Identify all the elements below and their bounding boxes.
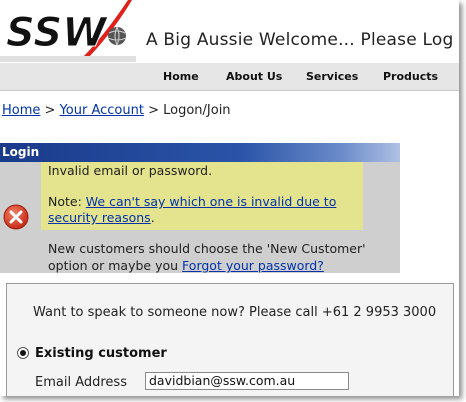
- breadcrumb: Home > Your Account > Logon/Join: [2, 103, 231, 118]
- ssw-logo[interactable]: SSW: [4, 0, 132, 60]
- breadcrumb-separator: >: [143, 103, 164, 118]
- site-header: SSW A Big Aussie Welcome... Please Log: [0, 0, 459, 62]
- invalid-reason-link[interactable]: We can't say which one is invalid due to: [86, 194, 337, 209]
- error-x-icon: [3, 204, 29, 230]
- breadcrumb-current: Logon/Join: [163, 103, 231, 118]
- header-divider: [0, 56, 136, 62]
- error-note: Note: We can't say which one is invalid …: [48, 194, 336, 209]
- page-frame: SSW A Big Aussie Welcome... Please Log H…: [0, 0, 459, 396]
- hint-prefix: option or maybe you: [48, 258, 183, 273]
- top-nav: Home About Us Services Products: [0, 63, 459, 91]
- forgot-password-link[interactable]: Forgot your password?: [182, 258, 324, 273]
- breadcrumb-account-link[interactable]: Your Account: [60, 103, 144, 118]
- error-panel: Invalid email or password. Note: We can'…: [0, 162, 400, 273]
- breadcrumb-home-link[interactable]: Home: [2, 103, 40, 118]
- nav-home[interactable]: Home: [163, 70, 199, 83]
- note-prefix: Note:: [48, 194, 86, 209]
- note-suffix: .: [150, 210, 155, 225]
- nav-about-us[interactable]: About Us: [226, 70, 282, 83]
- email-label: Email Address: [35, 375, 127, 390]
- new-customer-hint: New customers should choose the 'New Cus…: [48, 241, 366, 256]
- email-field[interactable]: davidbian@ssw.com.au: [145, 372, 349, 390]
- login-header-bar: Login: [0, 143, 400, 162]
- existing-customer-label: Existing customer: [35, 346, 167, 361]
- nav-services[interactable]: Services: [306, 70, 358, 83]
- nav-products[interactable]: Products: [383, 70, 438, 83]
- invalid-reason-link-cont[interactable]: security reasons: [48, 210, 151, 225]
- error-note-line2: security reasons.: [48, 210, 155, 225]
- call-us-text: Want to speak to someone now? Please cal…: [33, 305, 437, 320]
- welcome-heading: A Big Aussie Welcome... Please Log: [146, 30, 454, 50]
- error-message: Invalid email or password.: [48, 163, 213, 178]
- breadcrumb-separator: >: [40, 103, 60, 118]
- login-title: Login: [2, 145, 40, 159]
- existing-customer-radio[interactable]: [17, 347, 29, 359]
- new-customer-hint-line2: option or maybe you Forgot your password…: [48, 258, 324, 273]
- logo-text: SSW: [6, 10, 108, 56]
- login-form-panel: Want to speak to someone now? Please cal…: [6, 283, 454, 396]
- globe-icon: [108, 27, 126, 45]
